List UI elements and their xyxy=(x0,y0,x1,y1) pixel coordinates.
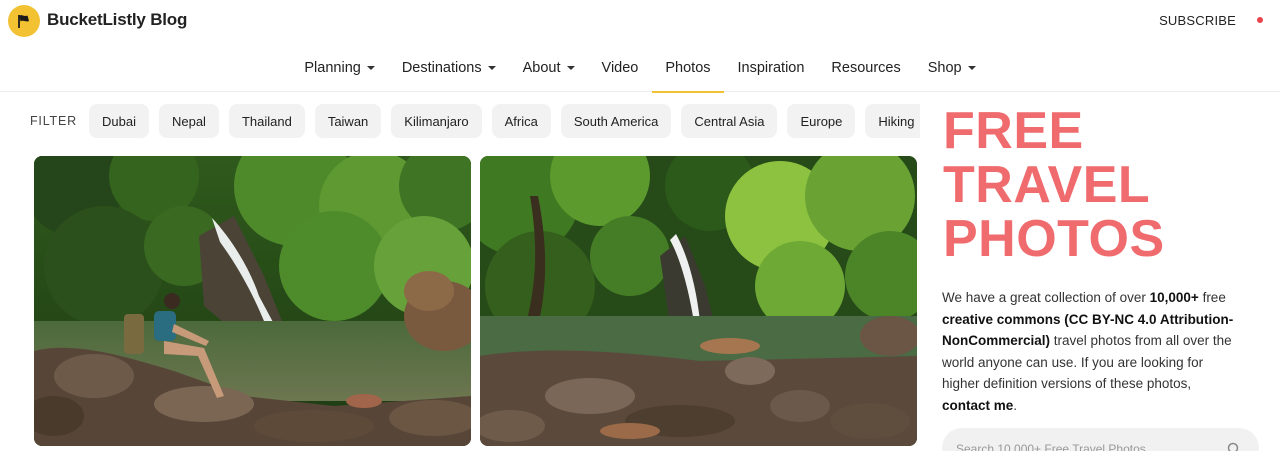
contact-link[interactable]: contact me xyxy=(942,398,1013,413)
nav-item-label: About xyxy=(522,60,561,76)
nav-item-label: Planning xyxy=(304,60,361,76)
filter-chip[interactable]: Thailand xyxy=(228,104,305,138)
desc-count: 10,000+ xyxy=(1149,290,1199,305)
site-logo[interactable] xyxy=(8,5,40,37)
filter-chip[interactable]: South America xyxy=(560,104,672,138)
main-nav: Planning Destinations About Video Photos… xyxy=(0,44,1280,93)
desc-text: . xyxy=(1013,397,1018,413)
nav-item-label: Shop xyxy=(927,60,962,76)
site-title[interactable]: BucketListly Blog xyxy=(47,10,187,30)
filter-label: FILTER xyxy=(30,114,77,128)
nav-item-destinations[interactable]: Destinations xyxy=(388,44,509,92)
nav-item-label: Photos xyxy=(665,60,711,76)
subscribe-link[interactable]: SUBSCRIBE xyxy=(1159,13,1236,28)
nav-item-photos[interactable]: Photos xyxy=(651,44,725,93)
caret-down-icon xyxy=(566,66,575,70)
caret-down-icon xyxy=(487,66,496,70)
page-title-line: TRAVEL xyxy=(943,156,1151,214)
top-bar: BucketListly Blog SUBSCRIBE xyxy=(0,0,1280,44)
filter-chip[interactable]: Europe xyxy=(787,104,856,138)
nav-item-shop[interactable]: Shop xyxy=(914,44,989,92)
filter-chips: Dubai Nepal Thailand Taiwan Kilimanjaro … xyxy=(89,104,920,138)
notification-dot xyxy=(1257,17,1263,23)
nav-item-about[interactable]: About xyxy=(509,44,588,92)
waterfall-photo xyxy=(480,156,917,446)
nav-item-video[interactable]: Video xyxy=(588,44,652,92)
filter-chip[interactable]: Kilimanjaro xyxy=(391,104,482,138)
caret-down-icon xyxy=(366,66,375,70)
waterfall-photo xyxy=(34,156,471,446)
photo-card-waterfall-rocks[interactable] xyxy=(480,156,917,446)
filter-chip[interactable]: Taiwan xyxy=(314,104,382,138)
nav-item-label: Destinations xyxy=(401,60,482,76)
nav-item-resources[interactable]: Resources xyxy=(818,44,914,92)
page-title-line: PHOTOS xyxy=(943,210,1165,268)
page-title: FREE TRAVEL PHOTOS xyxy=(943,104,1165,266)
search-box xyxy=(942,428,1259,451)
filter-chip[interactable]: Hiking xyxy=(865,104,920,138)
filter-chip[interactable]: Central Asia xyxy=(681,104,778,138)
nav-item-label: Resources xyxy=(831,60,901,76)
nav-item-planning[interactable]: Planning xyxy=(291,44,388,92)
nav-item-inspiration[interactable]: Inspiration xyxy=(724,44,818,92)
filter-chip[interactable]: Africa xyxy=(491,104,551,138)
search-icon[interactable] xyxy=(1227,442,1241,451)
nav-item-label: Inspiration xyxy=(737,60,805,76)
filter-chip[interactable]: Dubai xyxy=(89,104,149,138)
filter-chip[interactable]: Nepal xyxy=(158,104,219,138)
desc-text: We have a great collection of over xyxy=(942,290,1150,305)
search-input[interactable] xyxy=(956,442,1216,451)
photo-card-waterfall-hiker[interactable] xyxy=(34,156,471,446)
page-title-line: FREE xyxy=(943,102,1084,160)
flag-icon xyxy=(18,15,29,28)
caret-down-icon xyxy=(967,66,976,70)
desc-text: free xyxy=(1198,290,1226,305)
page-description: We have a great collection of over 10,00… xyxy=(942,287,1242,416)
nav-item-label: Video xyxy=(601,60,639,76)
